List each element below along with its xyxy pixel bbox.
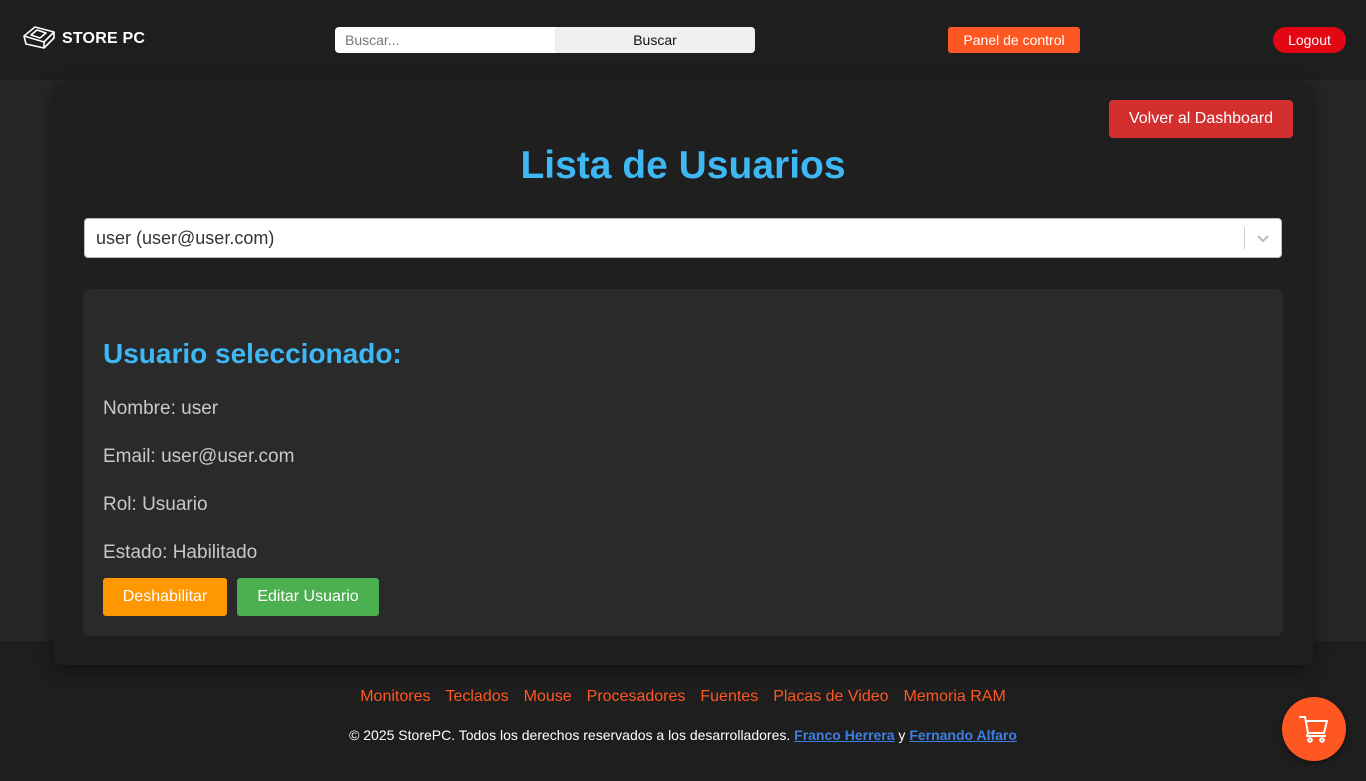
keyboard-key-icon <box>22 24 56 55</box>
developer-link-franco[interactable]: Franco Herrera <box>794 727 894 743</box>
disable-user-button[interactable]: Deshabilitar <box>103 578 227 616</box>
footer-link-teclados[interactable]: Teclados <box>445 688 508 706</box>
chevron-down-icon[interactable] <box>1245 219 1281 257</box>
footer-link-placas-de-video[interactable]: Placas de Video <box>773 688 888 706</box>
control-panel-button[interactable]: Panel de control <box>948 27 1080 53</box>
footer-link-mouse[interactable]: Mouse <box>524 688 572 706</box>
shopping-cart-icon <box>1297 711 1331 748</box>
back-to-dashboard-button[interactable]: Volver al Dashboard <box>1109 100 1293 138</box>
footer-link-memoria-ram[interactable]: Memoria RAM <box>904 688 1006 706</box>
brand-name: STORE PC <box>62 30 146 47</box>
user-select-value: user (user@user.com) <box>96 227 275 248</box>
edit-user-button[interactable]: Editar Usuario <box>237 578 379 616</box>
footer-link-fuentes[interactable]: Fuentes <box>700 688 758 706</box>
footer-category-links: Monitores Teclados Mouse Procesadores Fu… <box>0 688 1366 706</box>
developer-link-fernando[interactable]: Fernando Alfaro <box>909 727 1017 743</box>
search-button[interactable]: Buscar <box>555 27 755 53</box>
cart-button[interactable] <box>1282 697 1346 761</box>
brand-logo[interactable]: STORE PC <box>22 25 145 53</box>
footer-link-monitores[interactable]: Monitores <box>360 688 430 706</box>
copyright-prefix: © 2025 StorePC. Todos los derechos reser… <box>349 727 791 743</box>
footer-link-procesadores[interactable]: Procesadores <box>587 688 686 706</box>
logout-button[interactable]: Logout <box>1273 27 1346 53</box>
copyright-text: © 2025 StorePC. Todos los derechos reser… <box>0 727 1366 743</box>
copyright-connector: y <box>898 727 906 743</box>
user-select[interactable]: user (user@user.com) <box>84 218 1282 258</box>
search-input[interactable] <box>335 27 555 53</box>
